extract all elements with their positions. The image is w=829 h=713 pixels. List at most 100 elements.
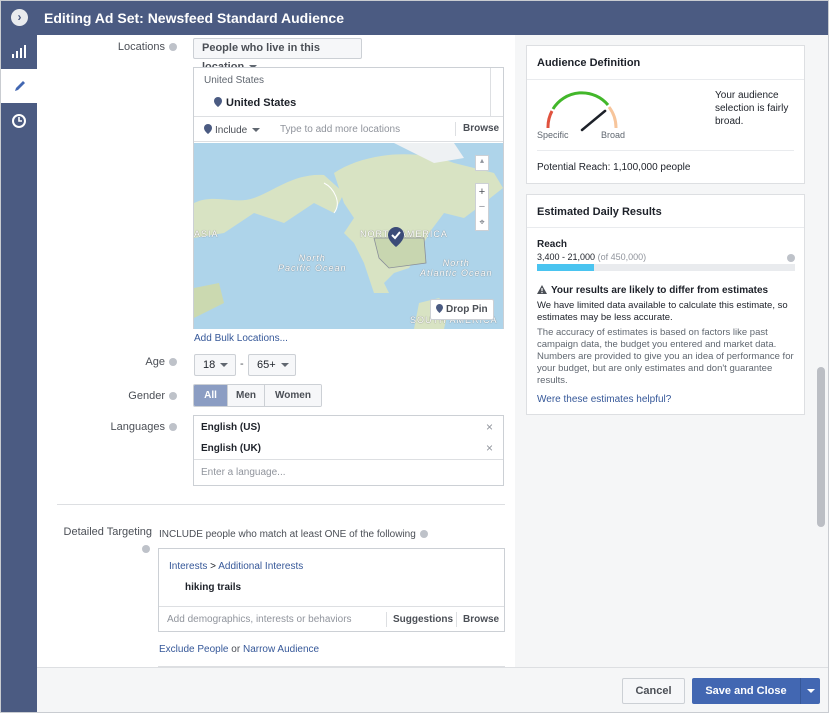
location-mode-select[interactable]: People who live in this location: [193, 38, 362, 73]
pin-icon: [436, 304, 443, 313]
nav-history[interactable]: [1, 104, 37, 138]
age-max-select[interactable]: 65+: [248, 354, 296, 376]
language-item: English (UK): [201, 443, 261, 454]
targeting-input-row: Add demographics, interests or behaviors…: [159, 606, 504, 632]
add-bulk-locations-link[interactable]: Add Bulk Locations...: [194, 333, 288, 344]
language-input[interactable]: Enter a language...: [201, 467, 286, 478]
remove-icon[interactable]: ×: [486, 441, 493, 455]
chevron-down-icon: [220, 363, 229, 368]
map-pin-icon[interactable]: [388, 227, 404, 247]
languages-label: Languages: [77, 421, 177, 433]
detailed-targeting-label: Detailed Targeting: [63, 526, 152, 538]
recenter-icon[interactable]: ⌖: [476, 216, 488, 230]
pencil-icon: [14, 81, 25, 91]
nav-insights[interactable]: [1, 35, 37, 69]
location-box: United States United States Include Type…: [193, 67, 504, 329]
zoom-in-button[interactable]: +: [476, 184, 488, 200]
age-separator: -: [240, 358, 244, 370]
selected-location[interactable]: United States: [214, 97, 296, 109]
header-bar: › Editing Ad Set: Newsfeed Standard Audi…: [1, 1, 828, 35]
chevron-down-icon: [280, 363, 289, 368]
warning-text: We have limited data available to calcul…: [537, 300, 788, 323]
language-chip: English (UK) ×: [194, 438, 503, 460]
age-label: Age: [77, 356, 177, 368]
breadcrumb-additional-interests[interactable]: Additional Interests: [218, 561, 303, 572]
targeting-search-input[interactable]: Add demographics, interests or behaviors: [167, 614, 352, 625]
info-icon[interactable]: [169, 358, 177, 367]
suggestions-button[interactable]: Suggestions: [393, 614, 453, 625]
map-zoom-controls: + − ⌖: [475, 183, 489, 231]
warning-icon: [537, 285, 547, 294]
exclude-people-link[interactable]: Exclude People: [159, 644, 229, 655]
side-nav: [1, 35, 38, 712]
language-item: English (US): [201, 422, 261, 433]
footer-bar: Cancel Save and Close: [37, 667, 828, 712]
info-icon[interactable]: [142, 545, 150, 553]
age-min-select[interactable]: 18: [194, 354, 236, 376]
location-map[interactable]: ASIA North Pacific Ocean NORTH AMERICA N…: [194, 143, 503, 329]
info-icon[interactable]: [787, 254, 795, 262]
gender-toggle: All Men Women: [193, 384, 322, 407]
section-divider: [57, 504, 505, 505]
daily-results-card: Estimated Daily Results Reach 3,400 - 21…: [526, 194, 805, 415]
map-fullscreen-button[interactable]: ▴: [475, 155, 489, 171]
include-description: INCLUDE people who match at least ONE of…: [159, 529, 428, 540]
narrow-audience-link[interactable]: Narrow Audience: [243, 644, 319, 655]
chevron-down-icon: [806, 689, 815, 693]
map-label-asia: ASIA: [194, 229, 219, 239]
info-icon[interactable]: [169, 423, 177, 432]
location-search-input[interactable]: Type to add more locations: [280, 124, 400, 135]
gauge-broad-label: Broad: [601, 130, 626, 140]
detailed-targeting-box: Interests > Additional Interests hiking …: [158, 548, 505, 632]
audience-description: Your audience selection is fairly broad.: [715, 90, 789, 127]
collapse-icon[interactable]: ›: [11, 9, 28, 26]
locations-label: Locations: [77, 41, 177, 53]
drop-pin-button[interactable]: Drop Pin: [430, 299, 494, 320]
info-icon[interactable]: [169, 43, 177, 52]
pin-icon: [214, 97, 222, 107]
audience-gauge: [546, 91, 618, 132]
bar-chart-icon: [12, 45, 26, 58]
targeting-links: Exclude People or Narrow Audience: [159, 644, 320, 655]
warning-title: Your results are likely to differ from e…: [537, 285, 768, 296]
include-select[interactable]: Include: [204, 124, 261, 136]
reach-bar: [537, 264, 795, 271]
remove-icon[interactable]: ×: [486, 420, 493, 434]
gender-women-button[interactable]: Women: [264, 385, 321, 406]
clock-icon: [12, 114, 26, 128]
reach-label: Reach: [537, 239, 568, 250]
info-icon[interactable]: [419, 530, 428, 539]
reach-bar-fill: [537, 264, 594, 271]
chevron-down-icon: [252, 128, 261, 133]
breadcrumb: Interests > Additional Interests: [169, 561, 304, 572]
browse-targeting-button[interactable]: Browse: [463, 614, 499, 625]
languages-box: English (US) × English (UK) × Enter a la…: [193, 415, 504, 486]
panel-scrollbar[interactable]: [817, 367, 825, 527]
save-options-dropdown[interactable]: [800, 678, 820, 704]
card-title: Estimated Daily Results: [537, 206, 662, 218]
estimates-helpful-link[interactable]: Were these estimates helpful?: [537, 394, 671, 405]
location-group-header: United States: [204, 75, 265, 86]
gender-label: Gender: [77, 390, 177, 402]
nav-edit[interactable]: [1, 69, 38, 103]
ad-set-editor: › Editing Ad Set: Newsfeed Standard Audi…: [0, 0, 829, 713]
gender-men-button[interactable]: Men: [227, 385, 264, 406]
cancel-button[interactable]: Cancel: [622, 678, 685, 704]
breadcrumb-interests[interactable]: Interests: [169, 561, 207, 572]
zoom-out-button[interactable]: −: [476, 200, 488, 216]
targeting-form: Locations People who live in this locati…: [37, 35, 515, 667]
potential-reach: Potential Reach: 1,100,000 people: [537, 162, 691, 173]
save-and-close-button[interactable]: Save and Close: [692, 678, 800, 704]
location-input-row: Include Type to add more locations Brows…: [194, 116, 503, 142]
page-title: Editing Ad Set: Newsfeed Standard Audien…: [44, 10, 345, 26]
pin-icon: [204, 124, 212, 134]
gender-all-button[interactable]: All: [194, 385, 227, 406]
browse-locations-button[interactable]: Browse: [463, 123, 499, 134]
map-label-atlantic: North Atlantic Ocean: [420, 258, 493, 278]
card-title: Audience Definition: [537, 57, 641, 69]
language-chip: English (US) ×: [194, 416, 503, 438]
accuracy-text: The accuracy of estimates is based on fa…: [537, 327, 794, 386]
interest-item: hiking trails: [185, 582, 242, 593]
audience-panel: Audience Definition Specific Broad Your …: [515, 35, 828, 667]
info-icon[interactable]: [169, 392, 177, 401]
